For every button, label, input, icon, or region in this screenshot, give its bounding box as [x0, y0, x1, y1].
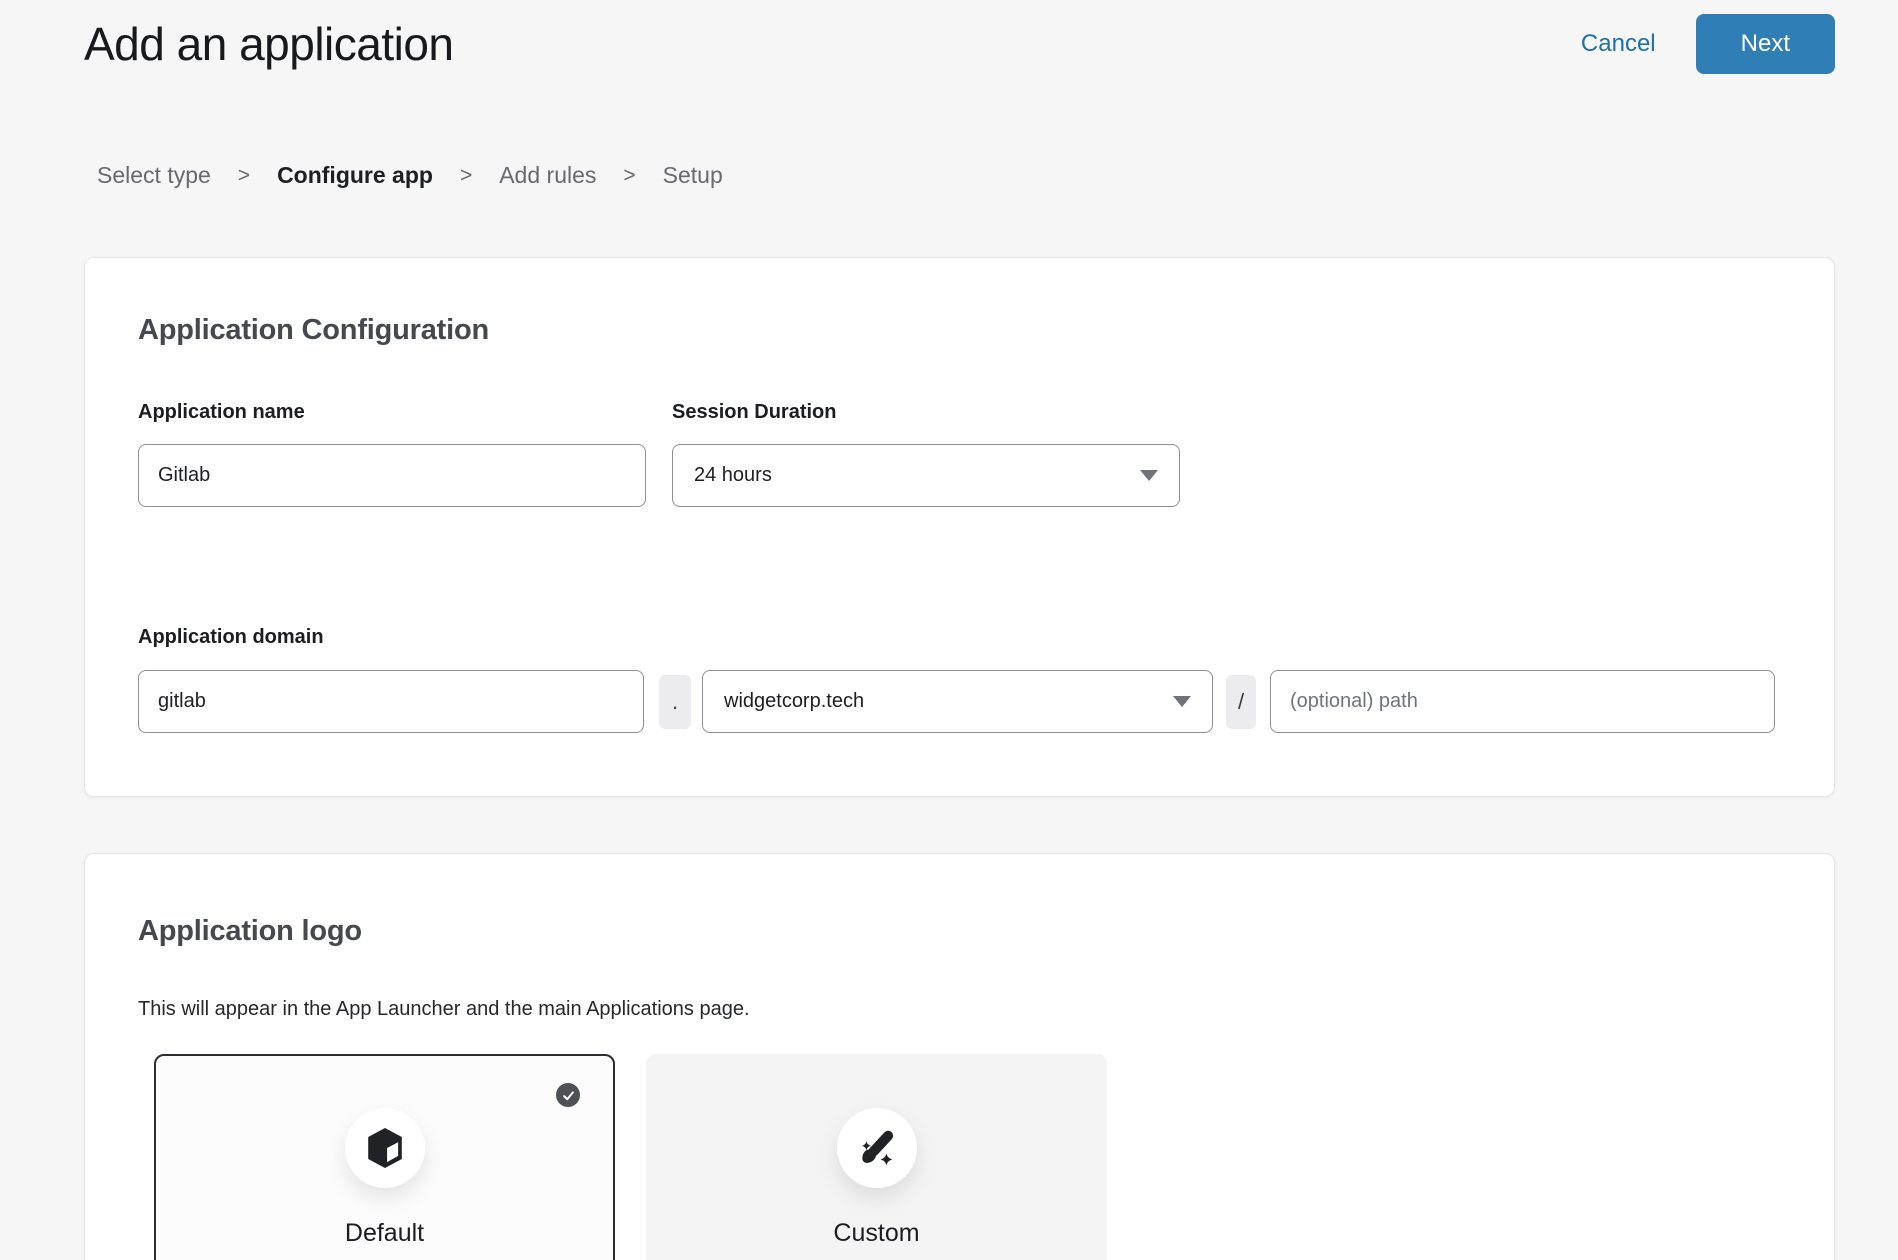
page-header: Add an application Cancel Next: [84, 14, 1835, 74]
logo-option-label: Default: [156, 1219, 613, 1248]
dot-separator: .: [659, 675, 691, 729]
logo-option-default[interactable]: Default: [154, 1054, 615, 1260]
application-domain-label: Application domain: [138, 626, 1775, 649]
paintbrush-icon: [857, 1128, 897, 1168]
page-title: Add an application: [84, 17, 454, 71]
session-duration-value: 24 hours: [694, 464, 772, 487]
domain-select[interactable]: widgetcorp.tech: [702, 670, 1213, 733]
header-actions: Cancel Next: [1581, 14, 1835, 74]
next-button[interactable]: Next: [1696, 14, 1835, 74]
application-logo-card: Application logo This will appear in the…: [84, 853, 1835, 1260]
slash-separator: /: [1226, 675, 1256, 729]
application-name-label: Application name: [138, 401, 646, 424]
name-session-row: Application name Session Duration 24 hou…: [138, 401, 1775, 507]
breadcrumb: Select type > Configure app > Add rules …: [97, 162, 1835, 189]
chevron-down-icon: [1173, 696, 1191, 707]
custom-logo-circle: [837, 1108, 917, 1188]
session-duration-label: Session Duration: [672, 401, 1180, 424]
breadcrumb-step-configure-app[interactable]: Configure app: [277, 162, 433, 189]
cube-icon: [366, 1127, 404, 1169]
breadcrumb-separator: >: [460, 164, 472, 188]
domain-select-value: widgetcorp.tech: [724, 690, 864, 713]
default-logo-circle: [345, 1108, 425, 1188]
logo-option-tiles: Default Custom: [154, 1054, 1775, 1260]
add-application-page: Add an application Cancel Next Select ty…: [0, 14, 1898, 1260]
application-name-field-group: Application name: [138, 401, 646, 507]
application-configuration-heading: Application Configuration: [138, 314, 1775, 347]
chevron-down-icon: [1140, 470, 1158, 481]
logo-option-label: Custom: [648, 1219, 1105, 1248]
application-name-input[interactable]: [138, 444, 646, 507]
session-duration-select[interactable]: 24 hours: [672, 444, 1180, 507]
application-configuration-card: Application Configuration Application na…: [84, 257, 1835, 797]
path-input[interactable]: [1270, 670, 1775, 733]
session-duration-field-group: Session Duration 24 hours: [672, 401, 1180, 507]
breadcrumb-step-setup[interactable]: Setup: [663, 162, 723, 189]
application-domain-row: . widgetcorp.tech /: [138, 670, 1775, 733]
breadcrumb-separator: >: [238, 164, 250, 188]
application-logo-description: This will appear in the App Launcher and…: [138, 998, 1775, 1021]
cancel-button[interactable]: Cancel: [1581, 30, 1656, 58]
check-icon: [561, 1088, 576, 1103]
selected-badge: [556, 1083, 580, 1107]
breadcrumb-step-add-rules[interactable]: Add rules: [499, 162, 596, 189]
breadcrumb-separator: >: [623, 164, 635, 188]
application-logo-heading: Application logo: [138, 915, 1775, 948]
logo-option-custom[interactable]: Custom: [646, 1054, 1107, 1260]
subdomain-input[interactable]: [138, 670, 644, 733]
breadcrumb-step-select-type[interactable]: Select type: [97, 162, 211, 189]
